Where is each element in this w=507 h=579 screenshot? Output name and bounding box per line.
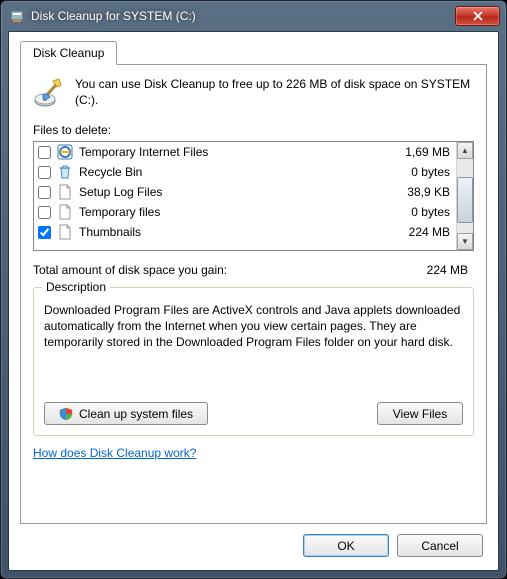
file-row[interactable]: Recycle Bin 0 bytes (34, 162, 456, 182)
files-listbox: Temporary Internet Files 1,69 MB Recycle B… (33, 141, 474, 251)
file-name: Setup Log Files (79, 185, 389, 199)
window-title: Disk Cleanup for SYSTEM (C:) (31, 9, 455, 23)
file-name: Temporary files (79, 205, 389, 219)
total-line: Total amount of disk space you gain: 224… (33, 263, 474, 277)
view-files-button[interactable]: View Files (377, 402, 463, 425)
intro-text: You can use Disk Cleanup to free up to 2… (75, 77, 474, 108)
file-size: 1,69 MB (395, 145, 450, 159)
titlebar[interactable]: Disk Cleanup for SYSTEM (C:) (1, 1, 506, 31)
file-type-icon (57, 204, 73, 220)
file-checkbox[interactable] (38, 166, 51, 179)
scroll-up-button[interactable]: ▲ (457, 142, 473, 159)
content-area: Disk Cleanup You can use Disk Cleanup to… (8, 31, 499, 571)
help-link[interactable]: How does Disk Cleanup work? (33, 446, 196, 460)
file-name: Thumbnails (79, 225, 389, 239)
intro-section: You can use Disk Cleanup to free up to 2… (33, 77, 474, 109)
dialog-footer: OK Cancel (20, 524, 487, 559)
tab-body: You can use Disk Cleanup to free up to 2… (20, 64, 487, 524)
file-checkbox[interactable] (38, 186, 51, 199)
file-type-icon (57, 184, 73, 200)
ok-button[interactable]: OK (303, 534, 389, 557)
tab-disk-cleanup[interactable]: Disk Cleanup (20, 41, 117, 65)
tabstrip: Disk Cleanup (20, 40, 487, 64)
files-to-delete-label: Files to delete: (33, 123, 474, 137)
file-type-icon (57, 144, 73, 160)
files-rows: Temporary Internet Files 1,69 MB Recycle B… (34, 142, 456, 250)
file-type-icon (57, 164, 73, 180)
file-size: 0 bytes (395, 165, 450, 179)
app-icon (9, 8, 25, 24)
file-size: 38,9 KB (395, 185, 450, 199)
scrollbar[interactable]: ▲ ▼ (456, 142, 473, 250)
file-row[interactable]: Thumbnails 224 MB (34, 222, 456, 242)
file-checkbox[interactable] (38, 206, 51, 219)
dialog-window: Disk Cleanup for SYSTEM (C:) Disk Cleanu… (0, 0, 507, 579)
file-name: Recycle Bin (79, 165, 389, 179)
description-text: Downloaded Program Files are ActiveX con… (44, 302, 463, 394)
clean-system-files-button[interactable]: Clean up system files (44, 402, 208, 425)
scroll-thumb[interactable] (457, 177, 473, 223)
file-checkbox[interactable] (38, 226, 51, 239)
clean-system-files-label: Clean up system files (79, 407, 193, 421)
close-icon (473, 11, 483, 21)
file-checkbox[interactable] (38, 146, 51, 159)
view-files-label: View Files (393, 407, 447, 421)
cancel-label: Cancel (421, 539, 458, 553)
description-group: Description Downloaded Program Files are… (33, 287, 474, 436)
total-value: 224 MB (427, 263, 474, 277)
scroll-track[interactable] (457, 159, 473, 233)
file-size: 224 MB (395, 225, 450, 239)
file-row[interactable]: Temporary Internet Files 1,69 MB (34, 142, 456, 162)
file-size: 0 bytes (395, 205, 450, 219)
ok-label: OK (337, 539, 354, 553)
file-row[interactable]: Temporary files 0 bytes (34, 202, 456, 222)
close-button[interactable] (455, 6, 500, 26)
file-row[interactable]: Setup Log Files 38,9 KB (34, 182, 456, 202)
file-type-icon (57, 224, 73, 240)
scroll-down-button[interactable]: ▼ (457, 233, 473, 250)
shield-icon (59, 407, 73, 421)
description-legend: Description (42, 280, 110, 294)
file-name: Temporary Internet Files (79, 145, 389, 159)
cancel-button[interactable]: Cancel (397, 534, 483, 557)
disk-cleanup-icon (33, 77, 65, 109)
total-label: Total amount of disk space you gain: (33, 263, 427, 277)
